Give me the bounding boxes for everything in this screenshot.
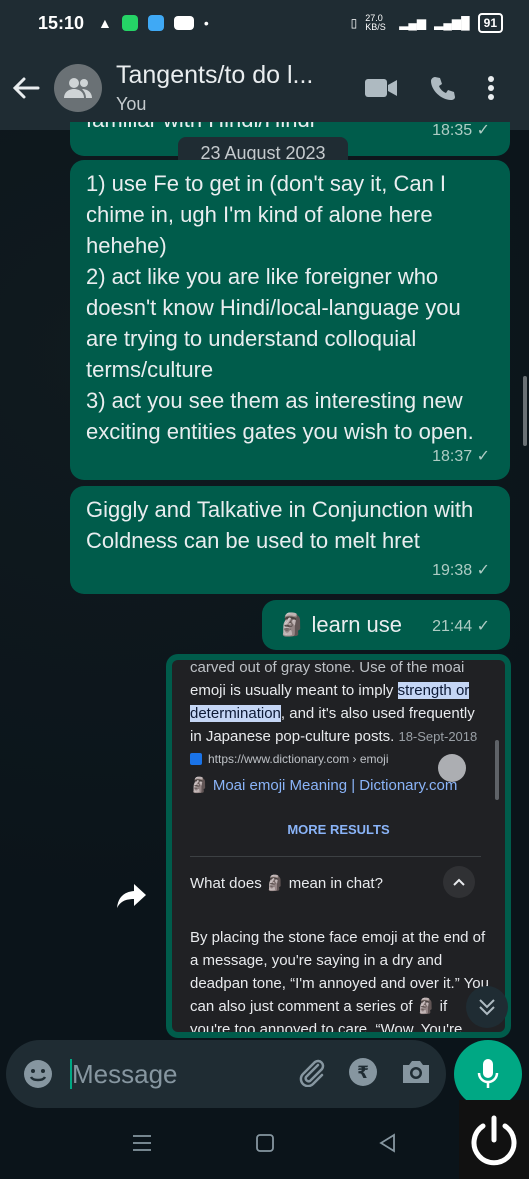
more-results: MORE RESULTS <box>287 822 390 837</box>
image-message[interactable]: carved out of gray stone. Use of the moa… <box>166 654 511 1038</box>
chat-subtitle: You <box>116 94 147 114</box>
chat-info[interactable]: Tangents/to do l... You <box>116 61 357 115</box>
source-link: 🗿 Moai emoji Meaning | Dictionary.com <box>190 777 458 794</box>
message-time: 19:38 ✓ <box>432 562 490 579</box>
home-button[interactable] <box>255 1133 275 1158</box>
status-time: 15:10 <box>38 12 85 33</box>
status-notification-icons: ▲ • <box>98 15 209 31</box>
chat-scrollbar[interactable] <box>523 376 527 446</box>
scroll-to-bottom-button[interactable] <box>466 986 508 1028</box>
message-bubble[interactable]: 1) use Fe to get in (don't say it, Can I… <box>70 160 510 480</box>
image-text-date: 18-Sept-2018 <box>398 729 478 744</box>
video-call-button[interactable] <box>357 64 405 112</box>
app-notification-icon <box>173 16 194 30</box>
dictionary-favicon-icon <box>190 753 202 765</box>
image-paragraph: carved out of gray stone. Use of the moa… <box>190 660 490 748</box>
group-icon <box>64 78 92 98</box>
triangle-back-icon <box>378 1133 395 1153</box>
kebab-menu-icon <box>488 76 494 100</box>
image-text-before: emoji is usually meant to imply <box>190 682 398 699</box>
more-options-button[interactable] <box>467 64 515 112</box>
source-url: https://www.dictionary.com › emoji <box>190 752 389 766</box>
group-avatar[interactable] <box>54 64 102 112</box>
signal-icon: ▂▄▆ <box>399 16 427 30</box>
faq-answer: By placing the stone face emoji at the e… <box>190 929 489 1032</box>
message-bubble[interactable]: 🗿 learn use 21:44 ✓ <box>262 600 510 650</box>
phone-icon <box>431 77 455 100</box>
wifi-signal-icon: ▂▄▆█ <box>434 16 470 30</box>
app-notification-icon <box>121 15 138 31</box>
image-message-content: carved out of gray stone. Use of the moa… <box>172 660 505 1032</box>
voice-call-button[interactable] <box>419 64 467 112</box>
voice-message-button[interactable] <box>454 1040 522 1108</box>
source-url-text: https://www.dictionary.com › emoji <box>208 752 389 766</box>
message-bubble[interactable]: Giggly and Talkative in Conjunction with… <box>70 486 510 594</box>
attach-button[interactable] <box>296 1057 326 1092</box>
more-notifications-dot-icon: • <box>203 15 209 31</box>
chat-header: Tangents/to do l... You <box>0 46 529 130</box>
menu-lines-icon <box>132 1135 151 1151</box>
faq-question: What does 🗿 mean in chat? <box>190 875 383 892</box>
warning-icon: ▲ <box>98 15 112 31</box>
emoji-button[interactable] <box>20 1056 56 1092</box>
forward-arrow-icon <box>117 884 146 908</box>
payment-button[interactable]: ₹ <box>348 1057 378 1092</box>
message-time: 18:37 ✓ <box>432 448 490 465</box>
message-text: Giggly and Talkative in Conjunction with… <box>86 497 474 553</box>
back-arrow-icon[interactable] <box>10 72 42 104</box>
square-home-icon <box>255 1134 274 1152</box>
message-text: 🗿 learn use <box>278 612 403 637</box>
message-time: 21:44 ✓ <box>432 618 490 635</box>
vibrate-icon: ▯ <box>350 16 358 30</box>
emoji-icon <box>24 1060 52 1088</box>
paperclip-icon <box>299 1059 325 1087</box>
video-camera-icon <box>365 79 397 97</box>
image-text-top: carved out of gray stone. Use of the moa… <box>190 660 465 676</box>
touch-indicator <box>438 754 466 782</box>
message-input[interactable] <box>72 1058 252 1090</box>
power-button[interactable] <box>459 1100 529 1179</box>
camera-icon <box>403 1060 429 1083</box>
message-text: 1) use Fe to get in (don't say it, Can I… <box>86 171 474 444</box>
message-composer: ₹ <box>6 1040 446 1108</box>
net-speed: 27.0 KB/S <box>365 13 386 32</box>
system-nav-bar <box>0 1112 529 1179</box>
microphone-icon <box>477 1059 499 1088</box>
forward-button[interactable] <box>114 878 150 914</box>
chevron-up-icon <box>443 866 475 898</box>
svg-text:₹: ₹ <box>357 1063 369 1083</box>
status-bar: 15:10 ▲ • ▯ 27.0 KB/S ▂▄▆ ▂▄▆█ 91 <box>0 0 529 46</box>
battery-icon: 91 <box>477 13 503 33</box>
back-button[interactable] <box>378 1133 398 1158</box>
status-right: ▯ 27.0 KB/S ▂▄▆ ▂▄▆█ 91 <box>351 13 503 33</box>
image-scrollbar <box>495 740 499 800</box>
rupee-icon: ₹ <box>349 1057 377 1086</box>
camera-button[interactable] <box>400 1058 432 1091</box>
message-time: 18:35 ✓ <box>432 122 490 139</box>
app-notification-icon <box>147 15 164 31</box>
composer-actions: ₹ <box>296 1057 432 1092</box>
divider <box>190 856 481 857</box>
chat-title: Tangents/to do l... <box>116 61 314 89</box>
double-chevron-down-icon <box>479 999 495 1016</box>
power-icon <box>471 1115 517 1165</box>
recent-apps-button[interactable] <box>132 1134 152 1157</box>
